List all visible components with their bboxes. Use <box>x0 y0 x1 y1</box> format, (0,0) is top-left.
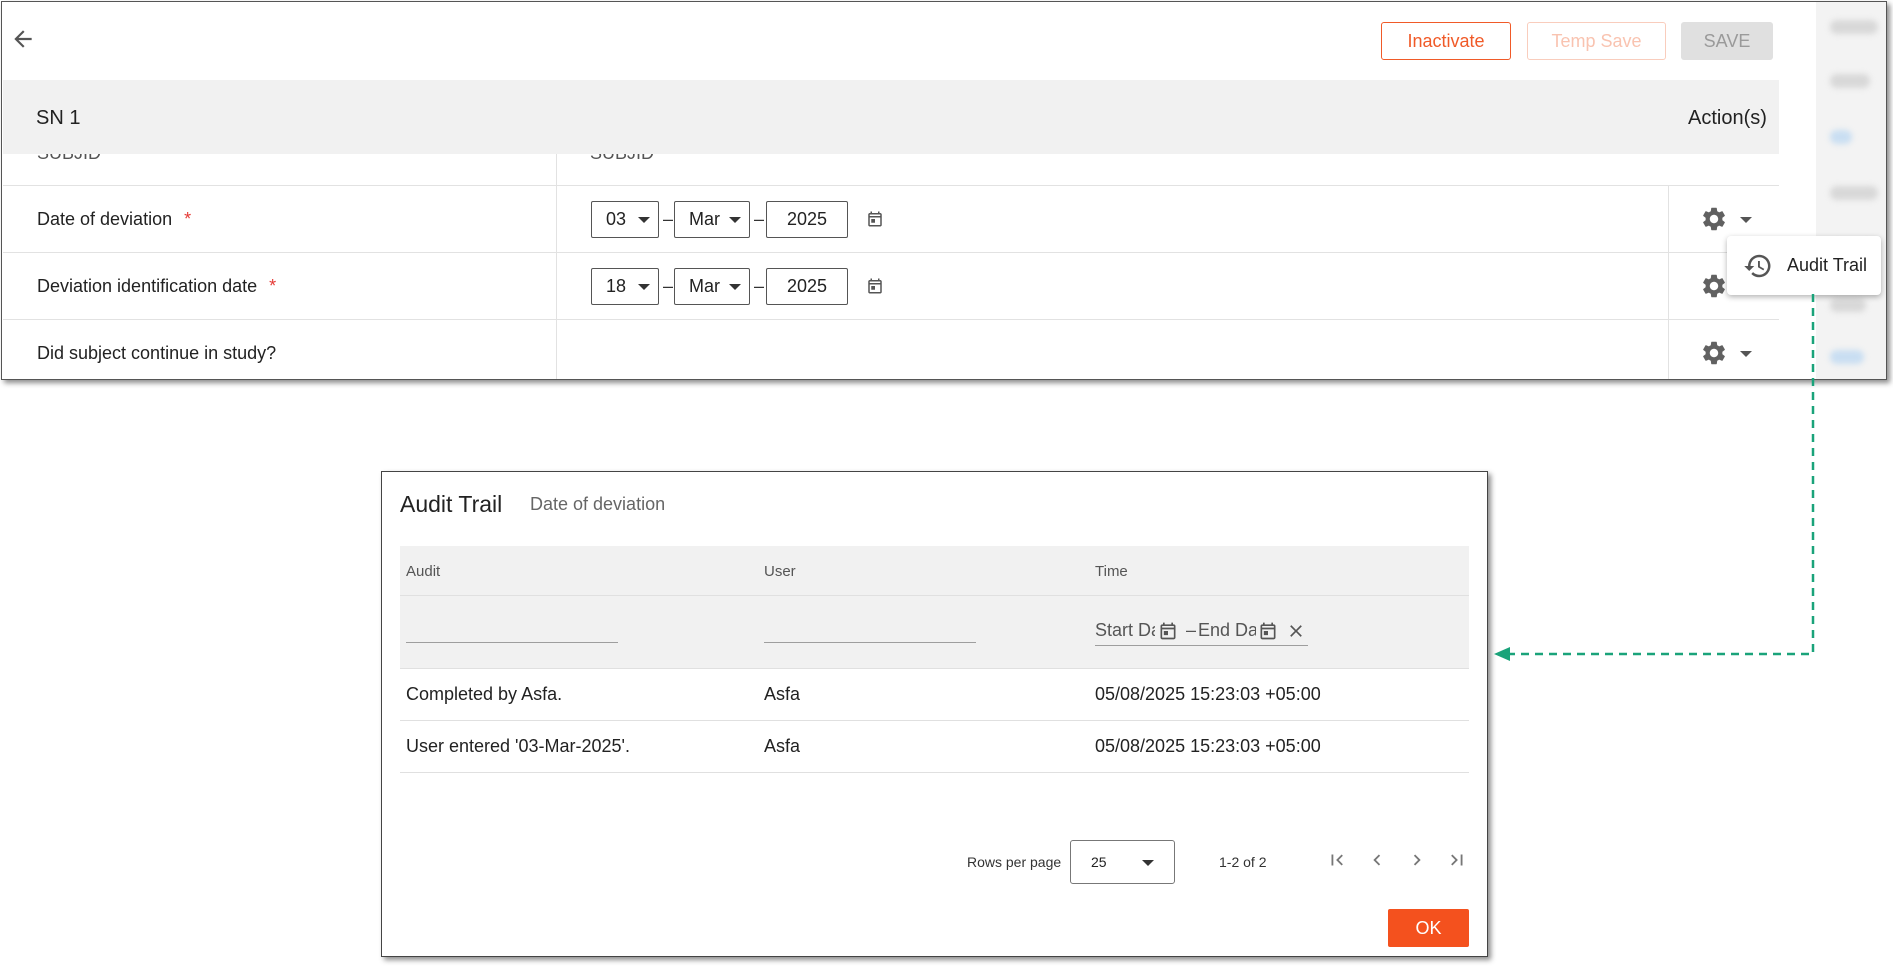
audit-trail-menu-item[interactable]: Audit Trail <box>1727 236 1881 295</box>
subjid-value: SUBJID <box>590 154 654 164</box>
first-page-icon[interactable] <box>1326 849 1348 871</box>
previous-page-icon[interactable] <box>1366 849 1388 871</box>
date-separator: – <box>663 209 674 229</box>
column-header-time[interactable]: Time <box>1095 563 1128 580</box>
audit-cell: User entered '03-Mar-2025'. <box>406 736 630 756</box>
background-page-edge <box>1816 2 1886 379</box>
calendar-icon[interactable] <box>1158 621 1178 641</box>
connector-arrowhead <box>1494 647 1510 661</box>
partial-row-subjid: SUBJID SUBJID <box>3 154 1779 186</box>
history-icon <box>1744 254 1771 277</box>
month-select[interactable]: Mar <box>674 268 750 305</box>
actions-column-title: Action(s) <box>1688 107 1767 129</box>
gear-icon[interactable] <box>1700 339 1728 367</box>
time-date-range-filter: Start Date – End Date <box>1095 616 1308 646</box>
dialog-subtitle: Date of deviation <box>530 494 666 514</box>
field-label: Date of deviation * <box>37 209 192 229</box>
date-separator: – <box>754 209 765 229</box>
year-input[interactable]: 2025 <box>766 268 848 305</box>
rows-per-page-label: Rows per page <box>967 854 1062 870</box>
audit-trail-menu-label: Audit Trail <box>1787 255 1868 275</box>
table-row: Completed by Asfa. Asfa 05/08/2025 15:23… <box>400 669 1469 721</box>
date-range-separator: – <box>1186 620 1197 640</box>
gear-icon[interactable] <box>1700 205 1728 233</box>
form-row-deviation-identification-date: Deviation identification date * 18 – Mar … <box>3 253 1779 320</box>
calendar-icon[interactable] <box>866 210 884 228</box>
column-header-audit[interactable]: Audit <box>406 563 440 580</box>
user-filter-input[interactable] <box>764 642 976 643</box>
temp-save-button[interactable]: Temp Save <box>1527 22 1666 60</box>
audit-trail-dialog: Audit Trail Date of deviation Audit User… <box>381 471 1488 957</box>
day-select[interactable]: 18 <box>591 268 659 305</box>
form-row-date-of-deviation: Date of deviation * 03 – Mar – 2025 <box>3 186 1779 253</box>
save-button[interactable]: SAVE <box>1681 22 1773 60</box>
section-title: SN 1 <box>36 107 81 129</box>
column-header-user[interactable]: User <box>764 563 796 580</box>
time-cell: 05/08/2025 15:23:03 +05:00 <box>1095 736 1321 756</box>
audit-filter-input[interactable] <box>406 642 618 643</box>
required-marker: * <box>184 209 192 229</box>
back-arrow-icon[interactable] <box>10 26 36 52</box>
next-page-icon[interactable] <box>1406 849 1428 871</box>
inactivate-button[interactable]: Inactivate <box>1381 22 1511 60</box>
field-label: Deviation identification date * <box>37 276 277 296</box>
chevron-down-icon[interactable] <box>1740 351 1752 357</box>
audit-cell: Completed by Asfa. <box>406 684 563 704</box>
start-date-input[interactable]: Start Date <box>1095 620 1155 641</box>
close-icon[interactable] <box>1286 621 1306 641</box>
year-input[interactable]: 2025 <box>766 201 848 238</box>
end-date-input[interactable]: End Date <box>1198 620 1256 641</box>
time-cell: 05/08/2025 15:23:03 +05:00 <box>1095 684 1321 704</box>
form-panel: Inactivate Temp Save SAVE SN 1 Action(s)… <box>1 1 1887 380</box>
form-table-header: SN 1 Action(s) <box>3 80 1779 154</box>
date-separator: – <box>754 276 765 296</box>
last-page-icon[interactable] <box>1446 849 1468 871</box>
day-select[interactable]: 03 <box>591 201 659 238</box>
user-cell: Asfa <box>764 684 801 704</box>
pagination-range: 1-2 of 2 <box>1219 854 1267 870</box>
ok-button[interactable]: OK <box>1388 909 1469 947</box>
user-cell: Asfa <box>764 736 801 756</box>
chevron-down-icon[interactable] <box>1740 217 1752 223</box>
table-row: User entered '03-Mar-2025'. Asfa 05/08/2… <box>400 721 1469 773</box>
subjid-label: SUBJID <box>37 154 101 164</box>
gear-icon[interactable] <box>1700 272 1728 300</box>
required-marker: * <box>269 276 277 296</box>
dialog-title: Audit Trail <box>400 491 503 517</box>
audit-grid-filter-row: Start Date – End Date <box>400 596 1469 669</box>
date-separator: – <box>663 276 674 296</box>
form-row-continue-in-study: Did subject continue in study? <box>3 320 1779 379</box>
calendar-icon[interactable] <box>1258 621 1278 641</box>
rows-per-page-select[interactable]: 25 <box>1070 840 1175 884</box>
calendar-icon[interactable] <box>866 277 884 295</box>
month-select[interactable]: Mar <box>674 201 750 238</box>
audit-grid-header: Audit User Time <box>400 546 1469 596</box>
field-label: Did subject continue in study? <box>37 343 277 363</box>
